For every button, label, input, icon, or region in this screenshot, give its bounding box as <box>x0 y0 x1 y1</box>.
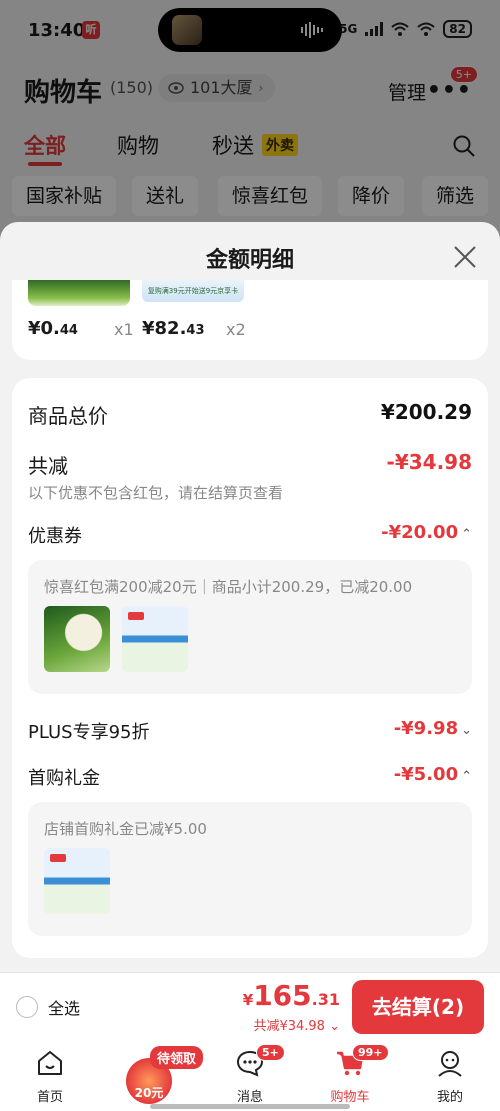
sheet-title: 金额明细 <box>205 248 294 273</box>
chevron-down-icon: ⌄ <box>329 1019 340 1034</box>
total-discount-text: 共减¥34.98 <box>253 1019 325 1034</box>
plus-discount-value: -¥9.98 <box>393 718 459 739</box>
item-price: ¥82.43 <box>142 318 205 339</box>
item-price: ¥0.44 <box>28 318 78 339</box>
product-thumbnail[interactable] <box>44 606 110 672</box>
currency-symbol: ¥ <box>242 991 254 1009</box>
product-banner: 复购满39元开始送9元京享卡 <box>147 287 239 295</box>
price-breakdown-card: 商品总价 ¥200.29 共减 -¥34.98 以下优惠不包含红包，请在结算页查… <box>12 378 488 958</box>
product-image[interactable]: 复购满39元开始送9元京享卡 <box>142 280 244 302</box>
first-gift-value: -¥5.00 <box>393 764 459 785</box>
messages-badge: 5+ <box>256 1044 285 1061</box>
first-gift-detail-box: 店铺首购礼金已减¥5.00 <box>28 802 472 936</box>
coupon-detail-box: 惊喜红包满200减20元｜商品小计200.29，已减20.00 <box>28 560 472 694</box>
home-icon <box>38 1051 62 1075</box>
select-all-label: 全选 <box>48 999 81 1018</box>
close-icon[interactable] <box>452 244 478 270</box>
chevron-up-icon: ⌃ <box>461 527 472 542</box>
tab-profile[interactable]: 我的 <box>410 1048 490 1105</box>
total-discount-toggle[interactable]: 共减¥34.98 ⌄ <box>253 1015 340 1034</box>
coupon-label: 优惠券 <box>28 526 82 547</box>
select-all-control[interactable]: 全选 <box>16 995 80 1019</box>
total-price: ¥165.31 <box>243 979 340 1012</box>
tab-messages[interactable]: 5+ 消息 <box>210 1044 290 1105</box>
items-card: 复购满39元开始送9元京享卡 ¥0.44 x1 ¥82.43 x2 <box>12 280 488 360</box>
product-thumbnail[interactable] <box>44 848 110 914</box>
checkout-button[interactable]: 去结算(2) <box>352 980 484 1034</box>
coupon-value-toggle[interactable]: -¥20.00 ⌃ <box>381 522 472 543</box>
first-gift-value-toggle[interactable]: -¥5.00 ⌃ <box>394 764 472 785</box>
subtotal-value: ¥200.29 <box>380 400 472 424</box>
tab-cart-label: 购物车 <box>330 1090 370 1105</box>
total-int: 165 <box>253 979 312 1012</box>
total-dec: .31 <box>311 990 340 1009</box>
tab-messages-label: 消息 <box>236 1090 263 1105</box>
bottom-tab-bar: 首页 5+ 消息 99+ 购物车 我的 <box>0 1040 500 1111</box>
first-gift-label: 首购礼金 <box>28 768 100 789</box>
home-indicator <box>150 1104 350 1109</box>
item-quantity: x1 <box>114 320 134 339</box>
plus-discount-label: PLUS专享95折 <box>28 722 150 743</box>
first-gift-detail-text: 店铺首购礼金已减¥5.00 <box>44 820 207 838</box>
discount-note: 以下优惠不包含红包，请在结算页查看 <box>28 484 284 502</box>
item-quantity: x2 <box>226 320 246 339</box>
item-price-dec: 43 <box>186 323 205 338</box>
discount-label: 共减 <box>28 454 68 478</box>
item-price-int: ¥82. <box>142 318 187 339</box>
coupon-detail-text: 惊喜红包满200减20元｜商品小计200.29，已减20.00 <box>44 578 413 596</box>
discount-value: -¥34.98 <box>386 450 472 474</box>
coupon-value: -¥20.00 <box>381 522 459 543</box>
promo-coupon-tile[interactable]: 20元 待领取 <box>122 1046 208 1104</box>
item-price-int: ¥0. <box>28 318 60 339</box>
tab-profile-label: 我的 <box>436 1090 463 1105</box>
tab-home-label: 首页 <box>36 1090 63 1105</box>
subtotal-label: 商品总价 <box>28 404 108 428</box>
amount-detail-sheet: 金额明细 复购满39元开始送9元京享卡 ¥0.44 x1 ¥82.43 x2 商… <box>0 222 500 972</box>
tab-home[interactable]: 首页 <box>10 1048 90 1105</box>
product-thumbnail[interactable] <box>122 606 188 672</box>
product-image[interactable] <box>28 280 130 306</box>
chevron-down-icon: ⌄ <box>461 723 472 738</box>
cart-badge: 99+ <box>352 1044 389 1061</box>
profile-icon <box>438 1051 462 1077</box>
item-price-dec: 44 <box>59 323 78 338</box>
checkout-bar: 全选 ¥165.31 共减¥34.98 ⌄ 去结算(2) <box>0 972 500 1040</box>
select-all-radio[interactable] <box>16 996 38 1018</box>
chevron-up-icon: ⌃ <box>461 769 472 784</box>
plus-value-toggle[interactable]: -¥9.98 ⌄ <box>394 718 472 739</box>
tab-cart[interactable]: 99+ 购物车 <box>310 1044 390 1105</box>
promo-pill: 待领取 <box>150 1046 204 1069</box>
